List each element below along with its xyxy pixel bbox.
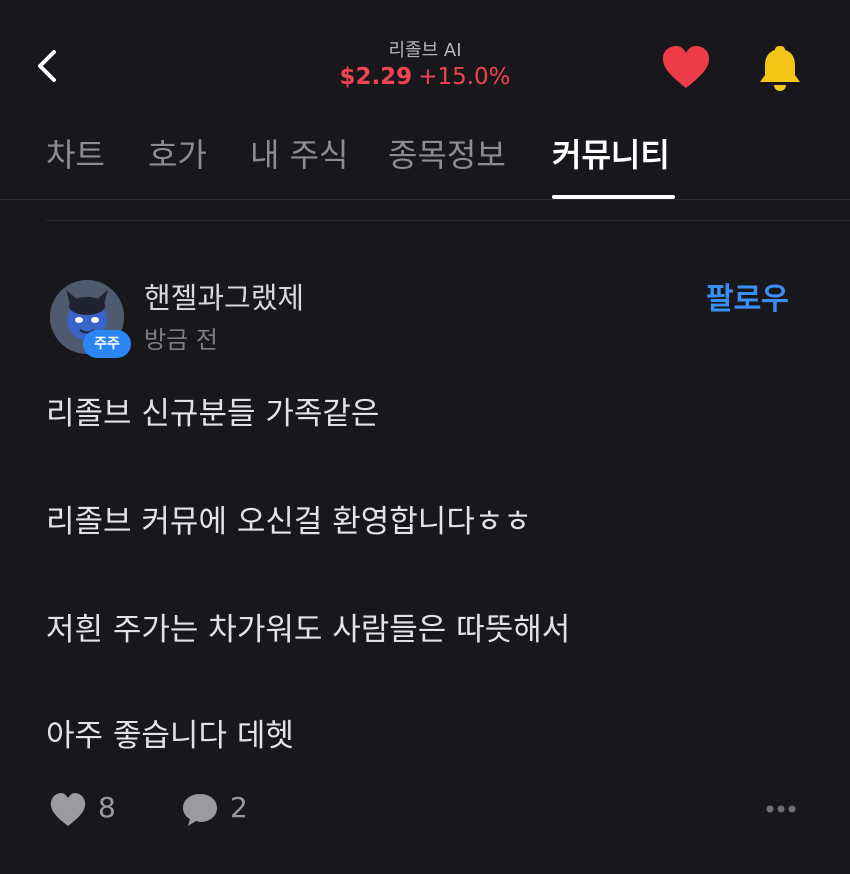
tab-bar: 차트 호가 내 주식 종목정보 커뮤니티 <box>0 120 850 200</box>
post-text-line: 리졸브 신규분들 가족같은 <box>46 396 380 432</box>
more-horizontal-icon <box>766 805 796 813</box>
speech-bubble-icon <box>183 794 217 826</box>
author-name[interactable]: 핸젤과그랬제 <box>144 275 304 317</box>
tab-stock-info[interactable]: 종목정보 <box>388 130 506 176</box>
comment-button[interactable]: 2 <box>178 786 268 830</box>
section-divider <box>46 220 850 221</box>
post-time: 방금 전 <box>144 326 218 354</box>
post-text-line: 저흰 주가는 차가워도 사람들은 따뜻해서 <box>46 612 571 648</box>
tab-chart[interactable]: 차트 <box>46 130 105 176</box>
price-line: $2.29 +15.0% <box>0 64 850 90</box>
post-text-line: 아주 좋습니다 데헷 <box>46 718 294 754</box>
tab-orderbook[interactable]: 호가 <box>148 130 207 176</box>
tab-divider <box>0 199 850 200</box>
bell-icon <box>760 46 800 91</box>
heart-icon <box>50 793 86 826</box>
like-count: 8 <box>98 791 116 824</box>
price-change: +15.0% <box>418 64 511 90</box>
top-bar: 리졸브 AI $2.29 +15.0% <box>0 0 850 120</box>
heart-icon <box>662 46 710 88</box>
like-button[interactable]: 8 <box>46 786 136 830</box>
post-text-line: 리졸브 커뮤에 오신걸 환영합니다ㅎㅎ <box>46 504 532 540</box>
notification-button[interactable] <box>754 42 806 94</box>
stock-price: $2.29 <box>339 64 413 90</box>
shareholder-badge: 주주 <box>83 330 131 358</box>
comment-count: 2 <box>230 791 248 824</box>
tab-my-stock[interactable]: 내 주식 <box>250 130 349 176</box>
stock-name: 리졸브 AI <box>388 40 462 61</box>
tab-community[interactable]: 커뮤니티 <box>552 130 670 176</box>
more-options-button[interactable] <box>758 796 804 822</box>
favorite-button[interactable] <box>660 44 712 92</box>
follow-button[interactable]: 팔로우 <box>706 274 789 318</box>
